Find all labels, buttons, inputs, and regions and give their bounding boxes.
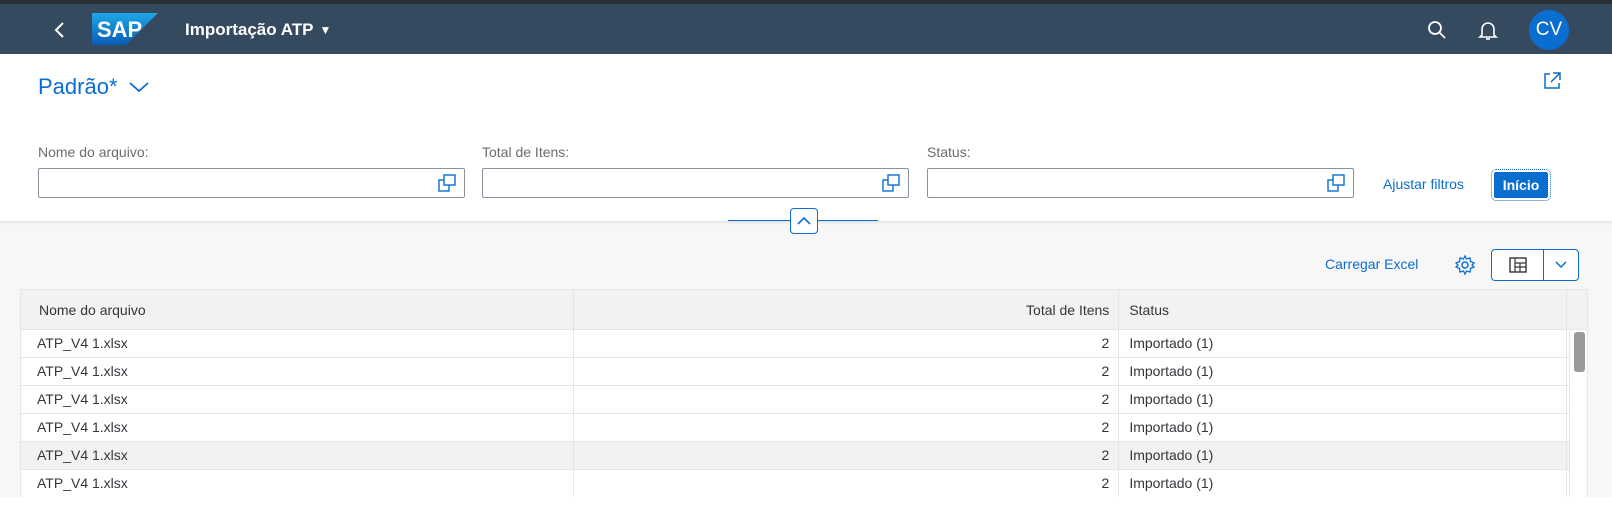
- export-icon: [1508, 257, 1527, 273]
- export-button[interactable]: [1492, 250, 1544, 280]
- chevron-down-icon: [128, 82, 149, 93]
- table-header: Nome do arquivo Total de Itens Status: [21, 290, 1587, 330]
- table-row[interactable]: ATP_V4 1.xlsx 2 Importado (1): [21, 386, 1587, 414]
- gear-icon[interactable]: [1454, 254, 1476, 276]
- share-icon[interactable]: [1541, 70, 1563, 92]
- scrollbar-thumb[interactable]: [1574, 332, 1585, 372]
- cell-total-items: 2: [574, 386, 1120, 413]
- file-name-field[interactable]: [38, 168, 465, 198]
- table-row[interactable]: ATP_V4 1.xlsx 2 Importado (1): [21, 470, 1587, 498]
- cell-total-items: 2: [574, 330, 1120, 357]
- variant-selector[interactable]: Padrão*: [38, 74, 150, 100]
- logo-text: SAP: [97, 17, 142, 42]
- vertical-scrollbar[interactable]: [1569, 331, 1587, 519]
- column-header-status[interactable]: Status: [1119, 290, 1568, 329]
- upload-excel-button[interactable]: Carregar Excel: [1325, 256, 1418, 272]
- caret-down-icon: ▼: [319, 23, 332, 37]
- status-input[interactable]: [928, 169, 1308, 197]
- table-row[interactable]: ATP_V4 1.xlsx 2 Importado (1): [21, 414, 1587, 442]
- app-title: Importação ATP: [185, 20, 314, 39]
- variant-name: Padrão*: [38, 74, 118, 99]
- export-split-button: [1491, 249, 1579, 281]
- filter-header: Padrão* Nome do arquivo: Total de Itens:…: [0, 54, 1612, 221]
- filter-file-name: Nome do arquivo:: [38, 144, 465, 198]
- filter-label: Total de Itens:: [482, 144, 570, 160]
- cell-status: Importado (1): [1119, 330, 1568, 357]
- cell-status: Importado (1): [1119, 442, 1568, 469]
- total-items-field[interactable]: [482, 168, 909, 198]
- export-menu-button[interactable]: [1544, 250, 1578, 280]
- filter-status: Status:: [927, 144, 1354, 198]
- cell-status: Importado (1): [1119, 470, 1568, 497]
- chevron-down-icon: [1555, 261, 1567, 269]
- files-table: Nome do arquivo Total de Itens Status AT…: [20, 289, 1588, 520]
- filter-total-items: Total de Itens:: [482, 144, 909, 198]
- table-row[interactable]: ATP_V4 1.xlsx 2 Importado (1): [21, 442, 1587, 470]
- table-row[interactable]: ATP_V4 1.xlsx 2 Importado (1): [21, 330, 1587, 358]
- adapt-filters-button[interactable]: Ajustar filtros: [1383, 176, 1464, 192]
- cell-file-name: ATP_V4 1.xlsx: [21, 386, 574, 413]
- cell-total-items: 2: [574, 470, 1120, 497]
- cell-status: Importado (1): [1119, 414, 1568, 441]
- back-icon[interactable]: [48, 18, 72, 42]
- table-body: ATP_V4 1.xlsx 2 Importado (1) ATP_V4 1.xlsx…: [21, 330, 1587, 498]
- collapse-icon: [797, 216, 811, 225]
- filter-label: Nome do arquivo:: [38, 144, 149, 160]
- status-field[interactable]: [927, 168, 1354, 198]
- bell-icon[interactable]: [1476, 18, 1500, 42]
- value-help-icon[interactable]: [1327, 174, 1345, 192]
- column-header-file-name[interactable]: Nome do arquivo: [21, 290, 574, 329]
- cell-status: Importado (1): [1119, 386, 1568, 413]
- cell-file-name: ATP_V4 1.xlsx: [21, 414, 574, 441]
- cell-status: Importado (1): [1119, 358, 1568, 385]
- go-button[interactable]: Início: [1491, 169, 1551, 201]
- shell-bar: SAP Importação ATP ▼ CV: [0, 0, 1612, 54]
- cell-total-items: 2: [574, 358, 1120, 385]
- avatar[interactable]: CV: [1529, 10, 1569, 50]
- cell-file-name: ATP_V4 1.xlsx: [21, 442, 574, 469]
- cell-file-name: ATP_V4 1.xlsx: [21, 358, 574, 385]
- column-header-total-items[interactable]: Total de Itens: [574, 290, 1120, 329]
- column-header-filler: [1567, 290, 1587, 329]
- search-icon[interactable]: [1425, 18, 1449, 42]
- sap-logo: SAP: [92, 13, 158, 50]
- total-items-input[interactable]: [483, 169, 863, 197]
- cell-total-items: 2: [574, 442, 1120, 469]
- app-title-menu[interactable]: Importação ATP ▼: [185, 20, 331, 40]
- value-help-icon[interactable]: [438, 174, 456, 192]
- filter-label: Status:: [927, 144, 971, 160]
- table-row[interactable]: ATP_V4 1.xlsx 2 Importado (1): [21, 358, 1587, 386]
- value-help-icon[interactable]: [882, 174, 900, 192]
- cell-file-name: ATP_V4 1.xlsx: [21, 330, 574, 357]
- cell-total-items: 2: [574, 414, 1120, 441]
- cell-file-name: ATP_V4 1.xlsx: [21, 470, 574, 497]
- file-name-input[interactable]: [39, 169, 419, 197]
- footer-strip: [0, 497, 1612, 520]
- collapse-header-button[interactable]: [790, 208, 818, 234]
